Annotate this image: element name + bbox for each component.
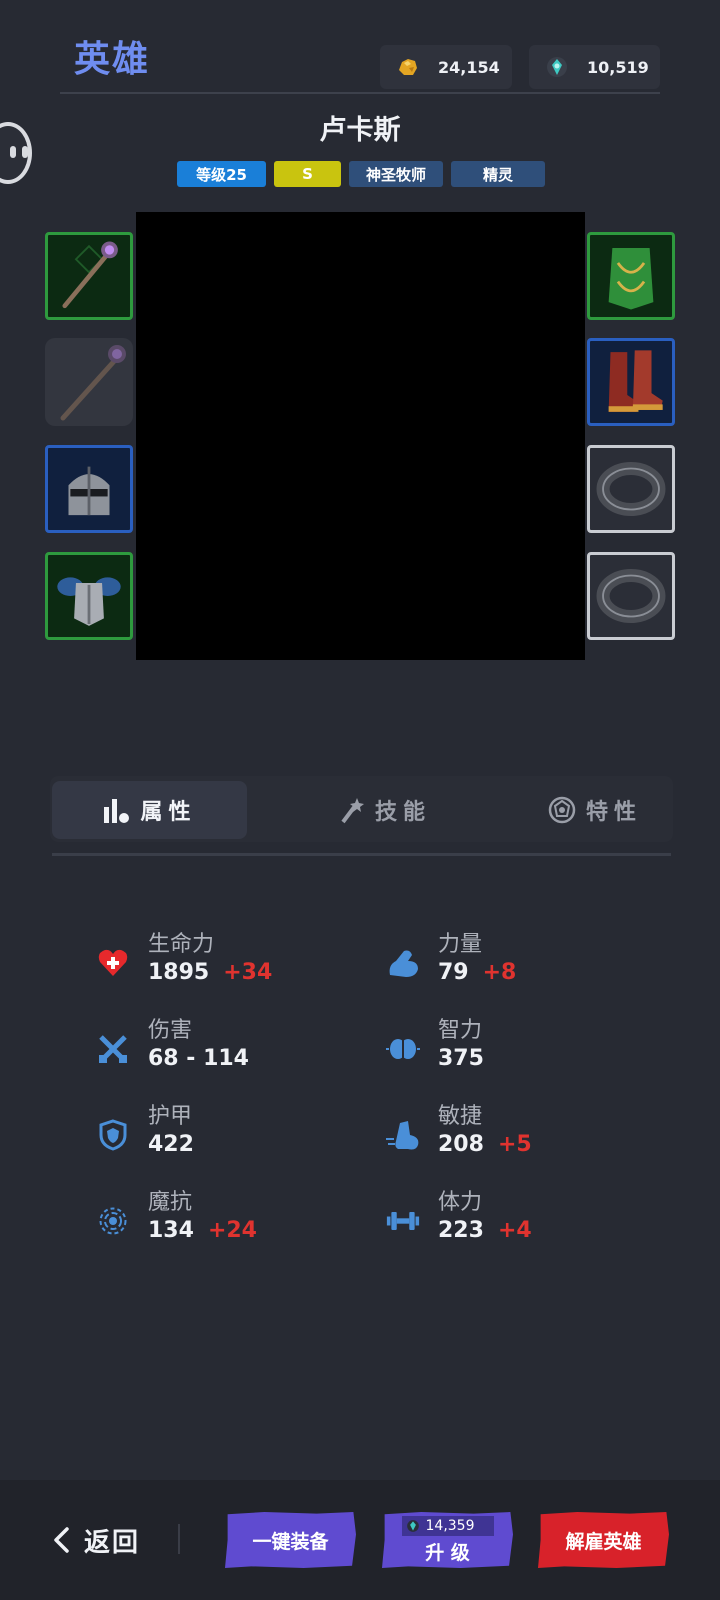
stat-bonus: +8: [482, 960, 517, 985]
class-badge: 神圣牧师: [349, 161, 443, 187]
tab-traits[interactable]: 特性: [500, 781, 690, 839]
staff-icon: [62, 241, 118, 309]
stat-magic-resist: 魔抗 134 +24: [96, 1184, 356, 1254]
stat-value: 79: [438, 960, 469, 985]
stat-hp: 生命力 1895 +34: [96, 926, 356, 996]
stat-intellect: 智力 375: [386, 1012, 646, 1082]
gold-counter[interactable]: 24,154: [380, 45, 512, 89]
heart-icon: [96, 946, 130, 980]
upgrade-label: 升 级: [425, 1541, 470, 1564]
stat-bonus: +34: [223, 960, 273, 985]
boots-icon: [608, 350, 663, 412]
gem-amount: 10,519: [587, 57, 649, 77]
level-badge: 等级25: [177, 161, 266, 187]
cape-icon: [608, 248, 654, 310]
stat-value: 422: [148, 1132, 194, 1157]
stat-label: 生命力: [148, 932, 215, 957]
equip-slot-ring-1[interactable]: [587, 445, 675, 533]
tab-attributes-label: 属性: [140, 800, 197, 825]
tab-skills-label: 技能: [374, 800, 431, 825]
equip-slot-weapon[interactable]: [45, 232, 133, 320]
bar-chart-icon: [102, 797, 130, 823]
crossed-swords-icon: [96, 1032, 130, 1066]
equip-slot-cape[interactable]: [587, 232, 675, 320]
brain-icon: [386, 1032, 420, 1066]
upgrade-cost-value: 14,359: [425, 1517, 475, 1534]
stat-value: 134: [148, 1218, 194, 1243]
stat-label: 敏捷: [438, 1104, 483, 1129]
stat-label: 体力: [438, 1190, 483, 1215]
stat-value: 68 - 114: [148, 1046, 249, 1071]
hero-tags: 等级25 S 神圣牧师 精灵: [177, 161, 545, 187]
staff-icon: [60, 345, 126, 421]
soul-gem-icon: [406, 1519, 420, 1533]
hero-portrait: [136, 212, 585, 660]
page-title: 英雄: [74, 39, 151, 80]
stat-bonus: +24: [207, 1218, 257, 1243]
stat-label: 伤害: [148, 1018, 193, 1043]
stat-armor: 护甲 422: [96, 1098, 356, 1168]
upgrade-button[interactable]: 14,359 升 级: [382, 1512, 513, 1568]
trait-emblem-icon: [548, 796, 576, 824]
shield-icon: [96, 1118, 130, 1152]
flexed-arm-icon: [386, 946, 420, 980]
equip-slot-chest[interactable]: [45, 552, 133, 640]
ring-icon: [596, 568, 666, 624]
equip-slot-boots[interactable]: [587, 338, 675, 426]
tab-traits-label: 特性: [585, 800, 642, 825]
soul-gem-icon: [545, 55, 569, 79]
stat-value: 375: [438, 1046, 484, 1071]
stat-agility: 敏捷 208 +5: [386, 1098, 646, 1168]
chevron-left-icon: [52, 1526, 70, 1554]
ring-icon: [596, 461, 666, 517]
armor-icon: [57, 577, 121, 626]
stat-value: 223: [438, 1218, 484, 1243]
gold-amount: 24,154: [438, 57, 500, 77]
hero-name: 卢卡斯: [319, 115, 401, 146]
magic-swirl-icon: [96, 1204, 130, 1238]
tabs-divider: [52, 853, 671, 856]
race-badge: 精灵: [451, 161, 545, 187]
tab-attributes[interactable]: 属性: [52, 781, 247, 839]
stat-label: 魔抗: [148, 1190, 193, 1215]
helmet-icon: [68, 466, 110, 516]
equip-slot-offhand[interactable]: [45, 338, 133, 426]
rank-badge: S: [274, 161, 341, 187]
back-label: 返回: [84, 1527, 141, 1558]
upgrade-cost: 14,359: [401, 1515, 494, 1536]
stat-bonus: +5: [497, 1132, 532, 1157]
header-divider: [60, 92, 660, 94]
dismiss-hero-button[interactable]: 解雇英雄: [538, 1512, 669, 1568]
equip-all-button[interactable]: 一键装备: [225, 1512, 356, 1568]
equip-slot-head[interactable]: [45, 445, 133, 533]
stat-label: 护甲: [148, 1104, 193, 1129]
tab-skills[interactable]: 技能: [290, 781, 480, 839]
stat-bonus: +4: [497, 1218, 532, 1243]
running-boot-icon: [386, 1118, 420, 1152]
stat-strength: 力量 79 +8: [386, 926, 646, 996]
stat-label: 力量: [438, 932, 483, 957]
gem-counter[interactable]: 10,519: [529, 45, 660, 89]
magic-wand-icon: [339, 796, 365, 824]
stat-stamina: 体力 223 +4: [386, 1184, 646, 1254]
dumbbell-icon: [386, 1204, 420, 1238]
gold-ore-icon: [396, 55, 420, 79]
stat-value: 1895: [148, 960, 210, 985]
stat-damage: 伤害 68 - 114: [96, 1012, 356, 1082]
detail-tabs: 属性 技能 特性: [50, 776, 673, 842]
stat-label: 智力: [438, 1018, 483, 1043]
back-button[interactable]: 返回: [52, 1515, 140, 1565]
bottom-separator: [178, 1524, 180, 1554]
stat-value: 208: [438, 1132, 484, 1157]
equip-slot-ring-2[interactable]: [587, 552, 675, 640]
